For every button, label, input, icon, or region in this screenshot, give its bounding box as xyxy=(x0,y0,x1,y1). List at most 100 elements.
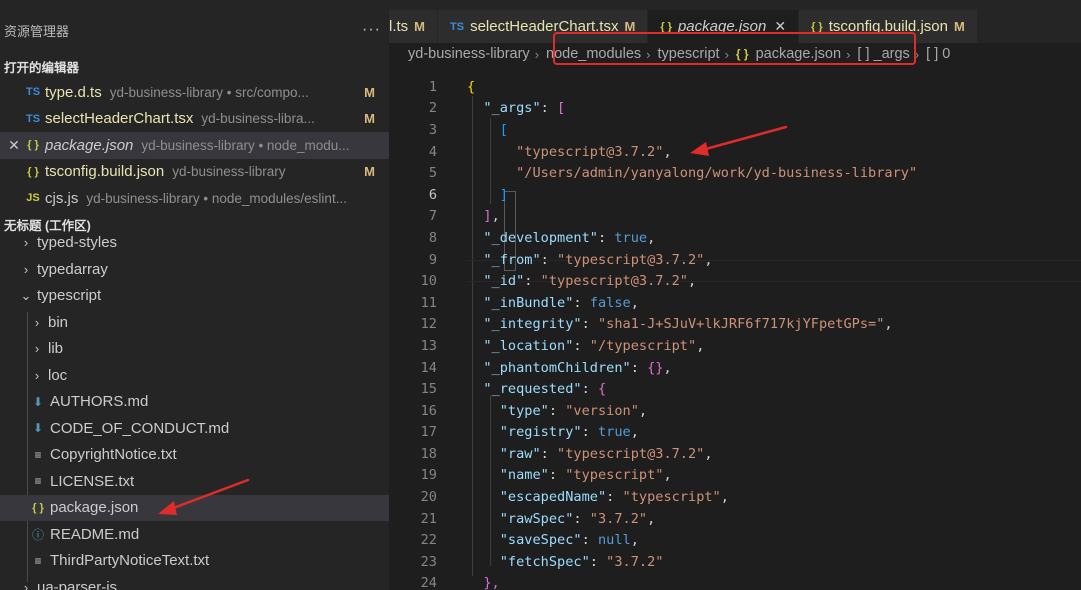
editor-tab-bar: l.ts M TS selectHeaderChart.tsx M { } pa… xyxy=(389,0,1081,43)
chevron-right-icon: › xyxy=(23,579,29,590)
chevron-right-icon: › xyxy=(23,235,29,251)
info-icon: ⓘ xyxy=(31,527,44,542)
chevron-right-icon: › xyxy=(34,341,40,357)
typescript-file-icon: TS xyxy=(25,112,41,125)
tree-file[interactable]: ≡ CopyrightNotice.txt xyxy=(0,442,389,469)
modified-badge: M xyxy=(624,19,636,34)
text-file-icon: ≡ xyxy=(34,447,42,462)
tree-folder[interactable]: › loc xyxy=(0,362,389,389)
editor-area: l.ts M TS selectHeaderChart.tsx M { } pa… xyxy=(389,0,1081,590)
code-line: 18 "raw": "typescript@3.7.2", xyxy=(420,445,713,462)
tab-label: package.json xyxy=(677,18,767,35)
chevron-right-icon: › xyxy=(914,46,920,62)
json-file-icon: { } xyxy=(735,47,749,61)
tree-folder-expanded[interactable]: ⌄ typescript xyxy=(0,283,389,310)
json-file-icon: { } xyxy=(811,20,823,33)
open-editor-item[interactable]: { } tsconfig.build.json yd-business-libr… xyxy=(0,159,389,186)
tree-folder[interactable]: › lib xyxy=(0,336,389,363)
code-line: 12 "_integrity": "sha1-J+SJuV+lkJRF6f717… xyxy=(420,316,893,333)
json-file-icon: { } xyxy=(660,20,672,33)
open-editor-item[interactable]: TS selectHeaderChart.tsx yd-business-lib… xyxy=(0,106,389,133)
tree-label: typescript xyxy=(37,287,102,305)
code-line: 22 "saveSpec": null, xyxy=(420,532,639,549)
modified-badge: M xyxy=(364,164,375,180)
chevron-right-icon: › xyxy=(534,46,540,62)
breadcrumb-symbol-index[interactable]: [ ] 0 xyxy=(926,46,950,62)
tab-package-json[interactable]: { } package.json ✕ xyxy=(648,10,800,43)
code-line: 24 }, xyxy=(420,575,500,590)
typescript-file-icon: TS xyxy=(25,86,41,99)
tab-type-d-ts[interactable]: l.ts M xyxy=(389,10,439,43)
explorer-sidebar: 资源管理器 ··· 打开的编辑器 TS type.d.ts yd-busines… xyxy=(0,0,389,590)
text-file-icon: ≡ xyxy=(34,474,42,489)
open-editor-filename: selectHeaderChart.tsx xyxy=(45,110,194,128)
tree-file[interactable]: ≡ ThirdPartyNoticeText.txt xyxy=(0,548,389,575)
tree-label: CopyrightNotice.txt xyxy=(50,446,177,464)
markdown-file-icon: ⬇ xyxy=(32,421,44,436)
breadcrumb-symbol-args[interactable]: [ ] _args xyxy=(857,46,909,62)
code-line: 10 "_id": "typescript@3.7.2", xyxy=(420,273,697,290)
open-editor-filename: cjs.js xyxy=(45,189,79,207)
tree-label: loc xyxy=(48,366,68,384)
tree-file[interactable]: ⓘ README.md xyxy=(0,521,389,548)
open-editor-item[interactable]: TS type.d.ts yd-business-library • src/c… xyxy=(0,79,389,106)
open-editor-filename: package.json xyxy=(45,136,134,154)
tree-label: README.md xyxy=(50,525,140,543)
json-file-icon: { } xyxy=(27,139,39,152)
open-editor-item-active[interactable]: ✕ { } package.json yd-business-library •… xyxy=(0,132,389,159)
code-line: 21 "rawSpec": "3.7.2", xyxy=(420,510,656,527)
breadcrumb-node-modules[interactable]: node_modules xyxy=(546,46,641,62)
code-line: 3 [ xyxy=(428,121,508,138)
code-line: 8 "_development": true, xyxy=(428,229,656,246)
code-line: 5 "/Users/admin/yanyalong/work/yd-busine… xyxy=(428,165,918,182)
tree-label: package.json xyxy=(50,499,139,517)
code-line: 19 "name": "typescript", xyxy=(420,467,672,484)
breadcrumb-typescript[interactable]: typescript xyxy=(658,46,720,62)
open-editor-item[interactable]: JS cjs.js yd-business-library • node_mod… xyxy=(0,185,389,212)
code-line: 16 "type": "version", xyxy=(420,402,648,419)
chevron-right-icon: › xyxy=(23,261,29,277)
json-file-icon: { } xyxy=(32,501,44,514)
code-line: 2 "_args": [ xyxy=(428,100,566,117)
tree-label: ThirdPartyNoticeText.txt xyxy=(50,552,210,570)
close-icon[interactable]: ✕ xyxy=(774,18,786,35)
open-editors-header[interactable]: 打开的编辑器 xyxy=(0,53,389,79)
tab-label: tsconfig.build.json xyxy=(828,18,948,35)
chevron-right-icon: › xyxy=(646,46,651,62)
code-line: 4 "typescript@3.7.2", xyxy=(428,143,672,160)
typescript-file-icon: TS xyxy=(450,20,465,33)
more-actions-icon[interactable]: ··· xyxy=(362,21,381,39)
open-editor-path: yd-business-library • src/compo... xyxy=(109,84,309,100)
tab-label: selectHeaderChart.tsx xyxy=(470,18,619,35)
code-line: 15 "_requested": { xyxy=(420,381,607,398)
tree-folder[interactable]: › typedarray xyxy=(0,256,389,283)
tree-label: CODE_OF_CONDUCT.md xyxy=(50,419,230,437)
tree-label: ua-parser-js xyxy=(37,578,118,590)
tree-file[interactable]: ⬇ AUTHORS.md xyxy=(0,389,389,416)
open-editor-filename: type.d.ts xyxy=(45,83,102,101)
chevron-right-icon: › xyxy=(846,46,851,62)
open-editor-path: yd-business-library • node_modules/eslin… xyxy=(86,190,347,206)
tree-file-selected[interactable]: { } package.json xyxy=(0,494,389,521)
breadcrumb-file[interactable]: package.json xyxy=(756,46,841,62)
tree-file[interactable]: ⬇ CODE_OF_CONDUCT.md xyxy=(0,415,389,442)
open-editor-filename: tsconfig.build.json xyxy=(45,163,165,181)
code-editor[interactable]: 1{ 2 "_args": [ 3 [ 4 "typescript@3.7.2"… xyxy=(389,76,1081,590)
tab-label: l.ts xyxy=(389,18,409,35)
tree-folder[interactable]: › ua-parser-js xyxy=(0,574,389,590)
close-icon[interactable]: ✕ xyxy=(0,137,22,154)
tree-folder[interactable]: › typed-styles xyxy=(0,230,389,257)
breadcrumb-root[interactable]: yd-business-library xyxy=(408,46,530,62)
tab-select-header-chart[interactable]: TS selectHeaderChart.tsx M xyxy=(438,10,649,43)
tree-label: typedarray xyxy=(37,260,108,278)
code-line: 17 "registry": true, xyxy=(420,424,639,441)
tree-label: lib xyxy=(48,340,64,358)
tree-folder[interactable]: › bin xyxy=(0,309,389,336)
chevron-right-icon: › xyxy=(724,46,729,62)
tree-label: LICENSE.txt xyxy=(50,472,135,490)
modified-badge: M xyxy=(953,19,965,34)
chevron-down-icon: ⌄ xyxy=(20,287,32,303)
tree-file[interactable]: ≡ LICENSE.txt xyxy=(0,468,389,495)
tab-tsconfig-build-json[interactable]: { } tsconfig.build.json M xyxy=(799,10,978,43)
json-file-icon: { } xyxy=(27,165,39,178)
